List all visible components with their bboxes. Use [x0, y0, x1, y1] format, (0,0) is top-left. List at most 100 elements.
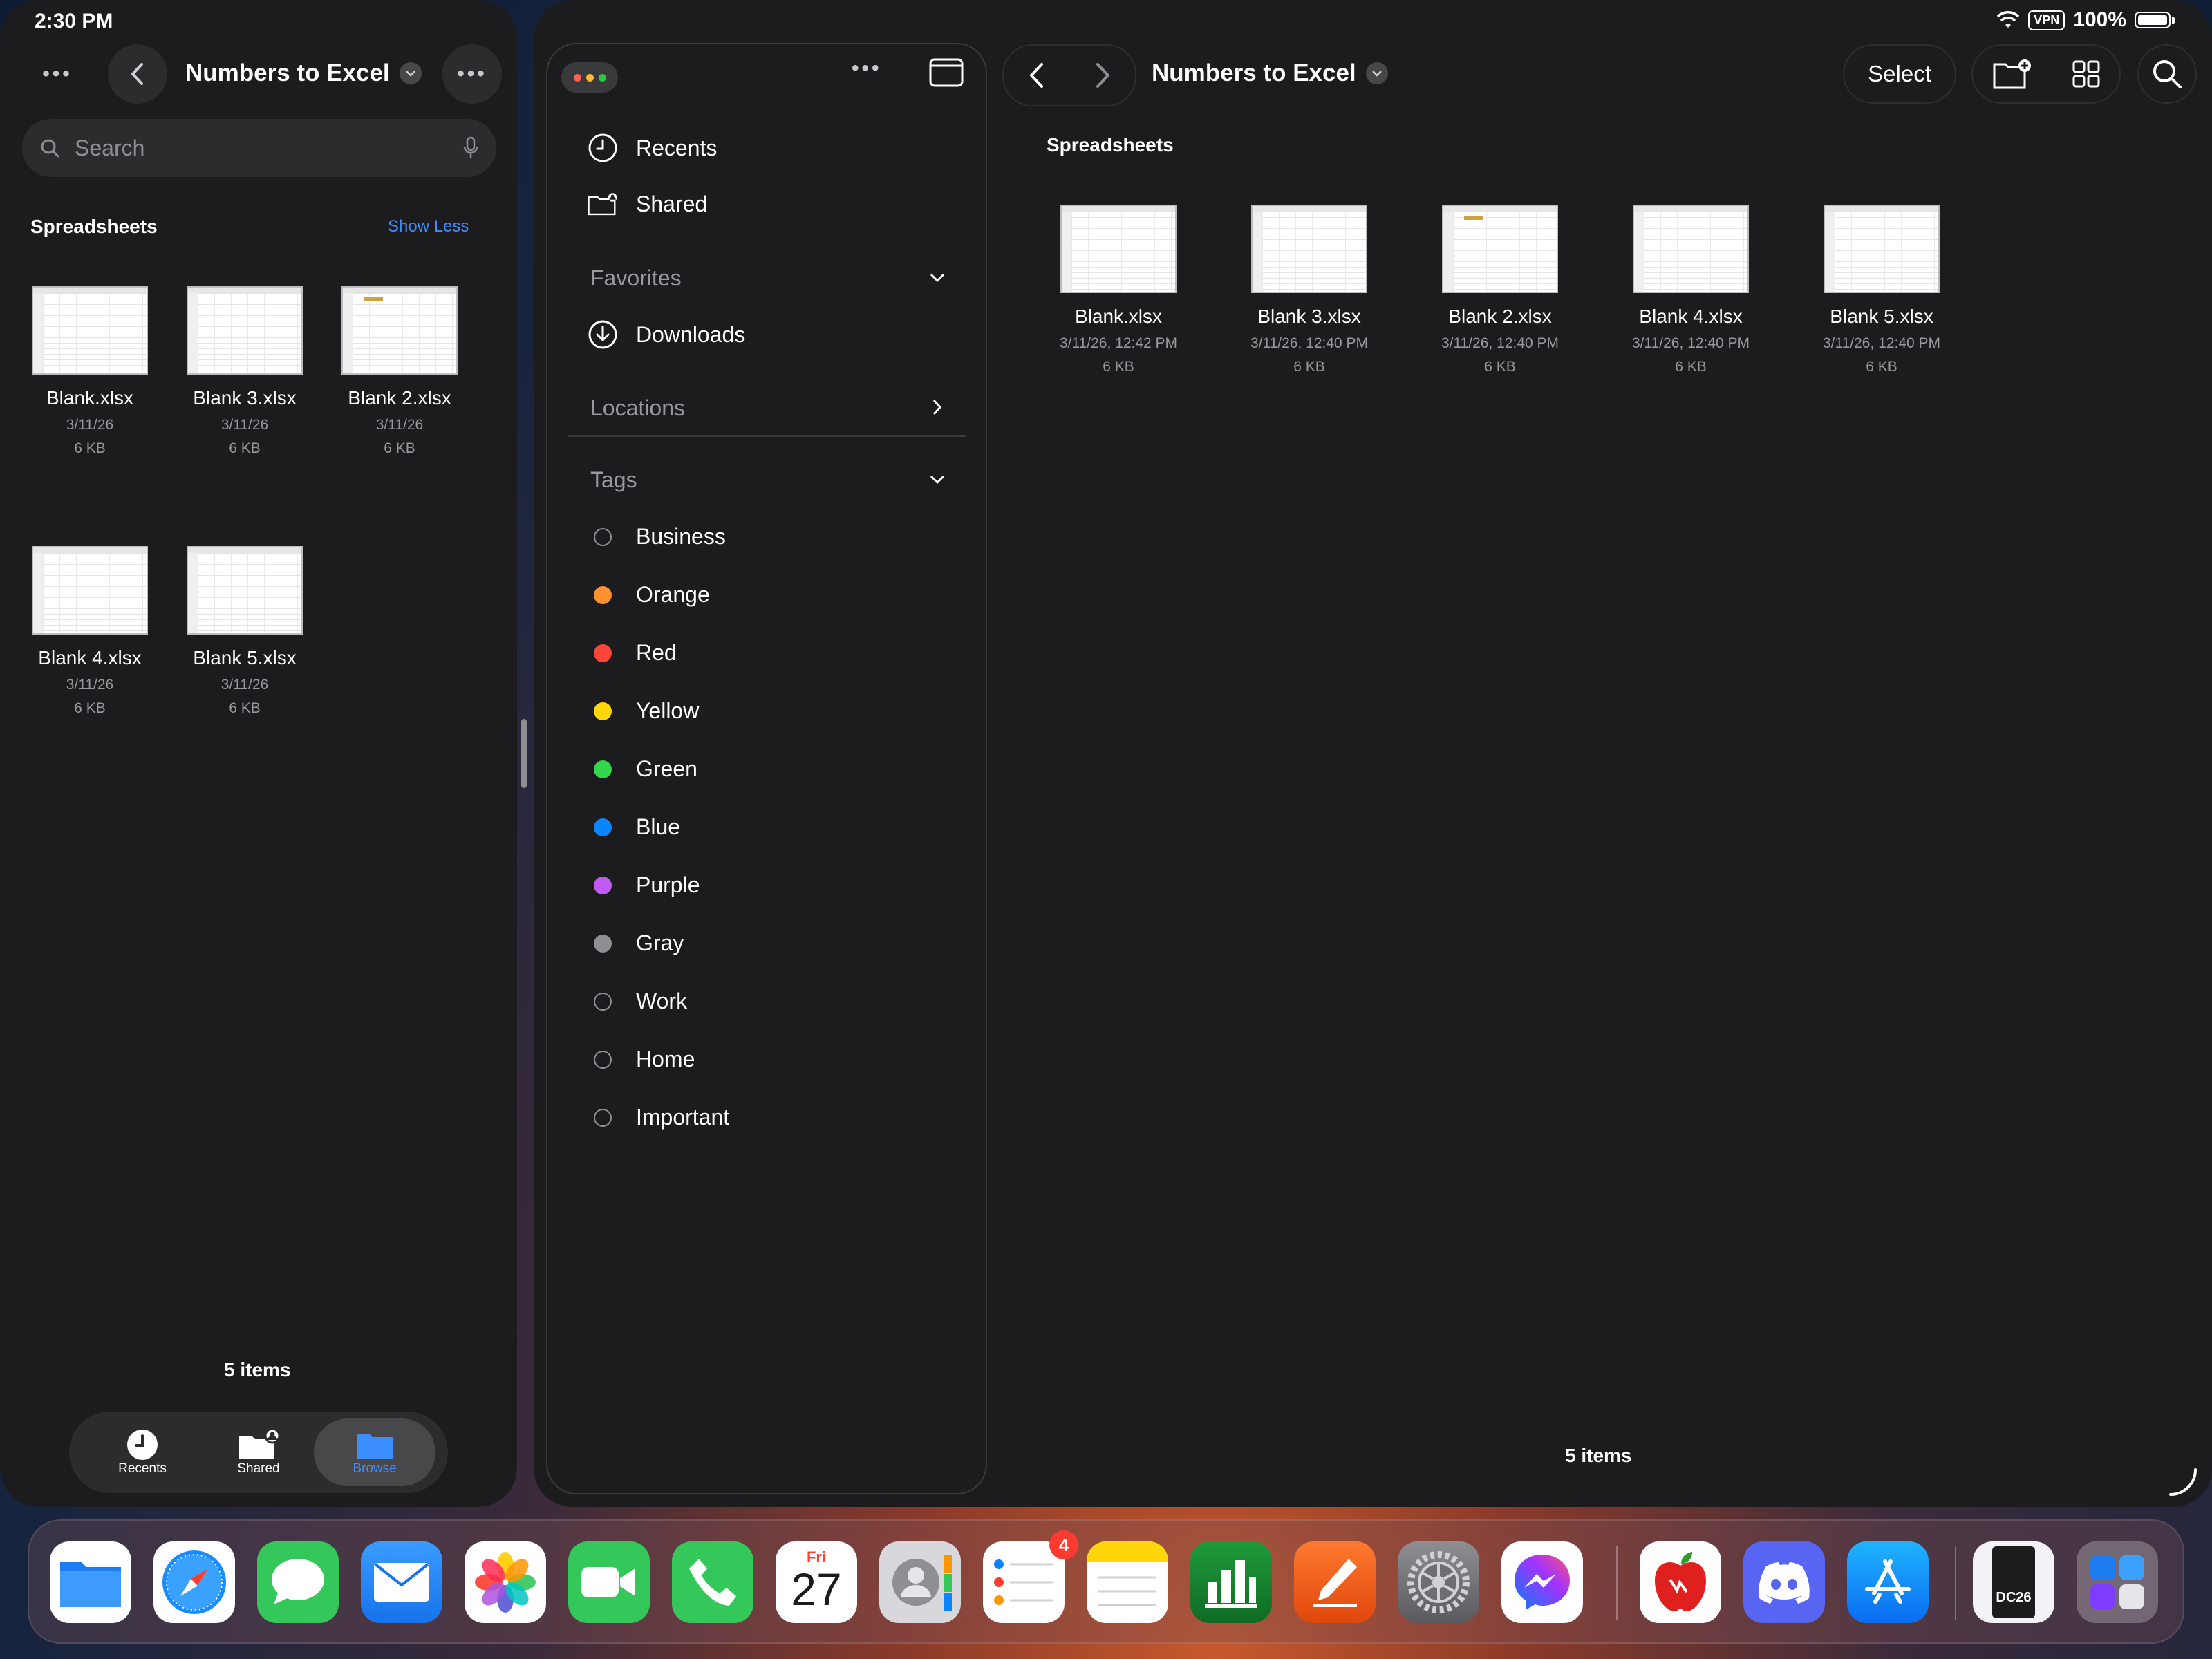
- search-field[interactable]: Search: [22, 119, 496, 177]
- locations-header[interactable]: Locations: [590, 395, 685, 421]
- tags-header[interactable]: Tags: [590, 467, 637, 493]
- file-item[interactable]: Blank 4.xlsx 3/11/26, 12:40 PM 6 KB: [1613, 205, 1768, 379]
- settings-app-icon[interactable]: [1398, 1541, 1479, 1623]
- dc26-app-icon[interactable]: DC26: [1973, 1541, 2054, 1623]
- file-item[interactable]: Blank.xlsx 3/11/26, 12:42 PM 6 KB: [1041, 205, 1196, 379]
- spreadsheet-thumbnail: [187, 546, 303, 635]
- close-window-dot[interactable]: [573, 73, 581, 82]
- item-count: 5 items: [224, 1359, 291, 1380]
- numbers-app-icon[interactable]: [1190, 1541, 1272, 1623]
- tab-browse[interactable]: Browse: [314, 1418, 435, 1486]
- chevron-down-icon[interactable]: [929, 474, 946, 485]
- search-icon: [41, 139, 59, 158]
- file-name: Blank 4.xlsx: [1639, 306, 1743, 327]
- window-resize-corner-icon[interactable]: [2168, 1467, 2198, 1497]
- calendar-app-icon[interactable]: Fri 27: [776, 1541, 857, 1623]
- tag-orange[interactable]: Orange: [588, 582, 710, 608]
- grid-view-icon[interactable]: [2072, 60, 2100, 88]
- files-app-icon[interactable]: [50, 1541, 131, 1623]
- folder-title: Numbers to Excel: [185, 59, 390, 86]
- reminders-badge: 4: [1049, 1530, 1078, 1559]
- app-library-icon[interactable]: [2077, 1541, 2158, 1623]
- messages-app-icon[interactable]: [257, 1541, 339, 1623]
- window-controls[interactable]: [561, 62, 618, 93]
- vpn-badge: VPN: [2028, 10, 2065, 30]
- folder-title-dropdown[interactable]: Numbers to Excel: [1152, 59, 1388, 87]
- folder-title-dropdown[interactable]: Numbers to Excel: [185, 59, 422, 87]
- favorites-header[interactable]: Favorites: [590, 265, 682, 291]
- sidebar-item-recents[interactable]: Recents: [588, 133, 717, 163]
- tag-blue[interactable]: Blue: [588, 814, 680, 840]
- tag-green[interactable]: Green: [588, 756, 697, 782]
- more-icon[interactable]: •••: [28, 44, 87, 104]
- tag-business[interactable]: Business: [588, 524, 726, 550]
- chevron-right-icon[interactable]: [932, 398, 943, 416]
- chevron-down-icon[interactable]: [929, 272, 946, 283]
- calendar-date: 27: [791, 1564, 842, 1615]
- tag-important[interactable]: Important: [588, 1105, 729, 1130]
- new-folder-icon[interactable]: [1993, 59, 2033, 89]
- battery-percent: 100%: [2073, 8, 2126, 31]
- sidebar-item-shared[interactable]: Shared: [588, 189, 707, 218]
- tag-color-dot: [594, 1108, 612, 1127]
- mail-app-icon[interactable]: [361, 1541, 442, 1623]
- discord-app-icon[interactable]: [1743, 1541, 1825, 1623]
- tab-shared[interactable]: Shared: [198, 1418, 319, 1486]
- folder-title: Numbers to Excel: [1152, 59, 1356, 86]
- file-size: 6 KB: [1103, 359, 1134, 375]
- apple-app-icon[interactable]: [1640, 1541, 1721, 1623]
- navigation-pill: [1002, 44, 1136, 106]
- battery-icon: [2135, 12, 2175, 28]
- sidebar: ••• Recents Shared Favorites Downloads L…: [546, 43, 987, 1494]
- contacts-app-icon[interactable]: [879, 1541, 961, 1623]
- tag-label: Work: [636, 988, 688, 1013]
- tag-label: Yellow: [636, 698, 700, 723]
- back-icon[interactable]: [1028, 62, 1046, 88]
- sidebar-item-downloads[interactable]: Downloads: [588, 319, 745, 350]
- phone-app-icon[interactable]: [672, 1541, 753, 1623]
- zoom-window-dot[interactable]: [598, 73, 606, 82]
- search-button[interactable]: [2137, 44, 2197, 104]
- microphone-icon[interactable]: [463, 136, 478, 160]
- forward-icon[interactable]: [1094, 62, 1112, 88]
- file-item[interactable]: Blank 5.xlsx 3/11/26 6 KB: [167, 546, 322, 720]
- tag-red[interactable]: Red: [588, 640, 677, 666]
- file-item[interactable]: Blank 4.xlsx 3/11/26 6 KB: [12, 546, 167, 720]
- photos-app-icon[interactable]: [465, 1541, 546, 1623]
- file-item[interactable]: Blank 5.xlsx 3/11/26, 12:40 PM 6 KB: [1804, 205, 1959, 379]
- file-size: 6 KB: [229, 440, 261, 456]
- messenger-app-icon[interactable]: [1501, 1541, 1583, 1623]
- tag-home[interactable]: Home: [588, 1047, 695, 1072]
- tag-gray[interactable]: Gray: [588, 930, 684, 956]
- select-button[interactable]: Select: [1843, 44, 1956, 104]
- minimize-window-dot[interactable]: [585, 73, 594, 82]
- tag-yellow[interactable]: Yellow: [588, 698, 699, 724]
- file-item[interactable]: Blank 3.xlsx 3/11/26 6 KB: [167, 286, 322, 460]
- file-item[interactable]: Blank 2.xlsx 3/11/26 6 KB: [322, 286, 477, 460]
- tag-work[interactable]: Work: [588, 988, 687, 1014]
- tag-label: Important: [636, 1105, 730, 1130]
- tab-recents[interactable]: Recents: [82, 1418, 203, 1486]
- app-store-app-icon[interactable]: [1847, 1541, 1929, 1623]
- spreadsheet-thumbnail: [1251, 205, 1367, 293]
- tag-color-dot: [594, 876, 612, 894]
- toolbar-actions: [1971, 44, 2121, 104]
- show-less-link[interactable]: Show Less: [388, 217, 469, 236]
- file-size: 6 KB: [384, 440, 415, 456]
- pages-app-icon[interactable]: [1294, 1541, 1376, 1623]
- tag-purple[interactable]: Purple: [588, 872, 700, 898]
- notes-app-icon[interactable]: [1087, 1541, 1168, 1623]
- safari-app-icon[interactable]: [153, 1541, 235, 1623]
- file-item[interactable]: Blank.xlsx 3/11/26 6 KB: [12, 286, 167, 460]
- file-item[interactable]: Blank 3.xlsx 3/11/26, 12:40 PM 6 KB: [1232, 205, 1387, 379]
- tag-color-dot: [594, 527, 612, 546]
- split-resize-handle[interactable]: [521, 719, 527, 788]
- facetime-app-icon[interactable]: [568, 1541, 650, 1623]
- sidebar-more-icon[interactable]: •••: [852, 57, 882, 80]
- sidebar-toggle-icon[interactable]: [929, 58, 964, 87]
- options-button[interactable]: •••: [442, 44, 502, 104]
- chevron-left-icon: [131, 63, 143, 85]
- back-button[interactable]: [108, 44, 167, 104]
- spreadsheet-thumbnail: [1442, 205, 1558, 293]
- file-item[interactable]: Blank 2.xlsx 3/11/26, 12:40 PM 6 KB: [1423, 205, 1577, 379]
